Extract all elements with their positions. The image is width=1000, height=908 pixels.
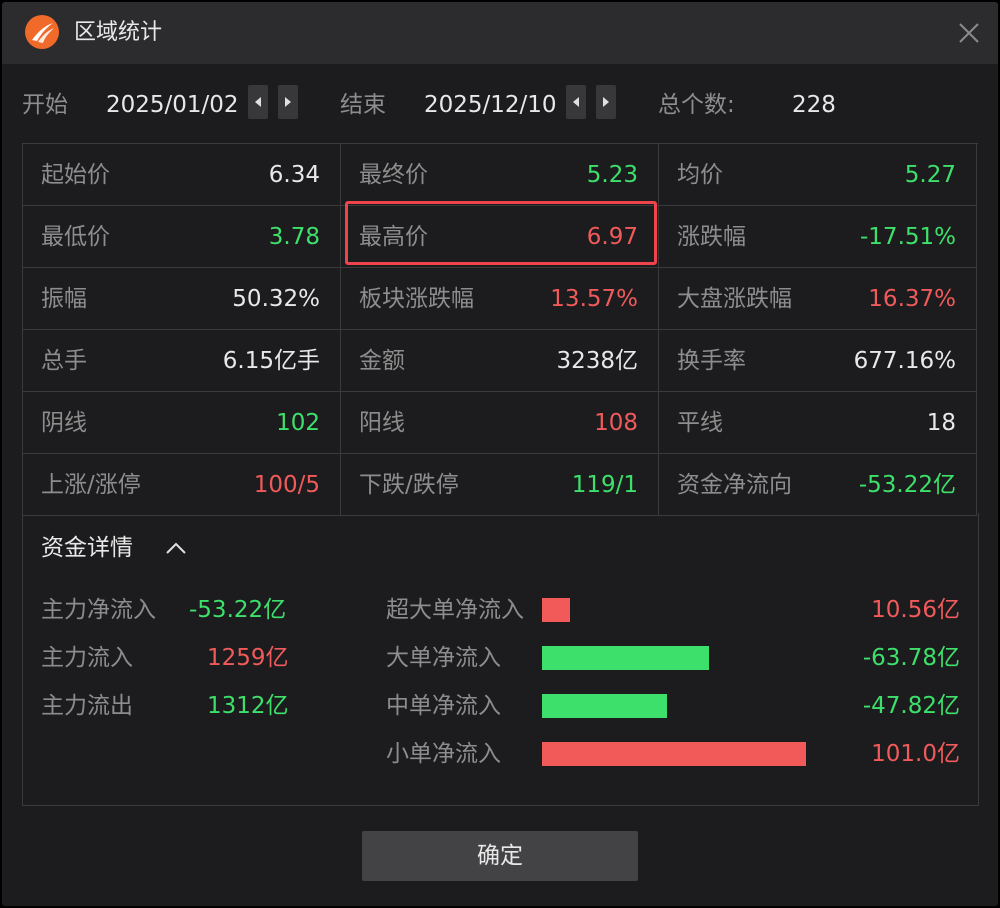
summary-label: 主力流出 bbox=[41, 693, 133, 719]
stat-value: 677.16% bbox=[853, 348, 956, 374]
stat-label: 最终价 bbox=[359, 162, 428, 188]
stat-cell: 上涨/涨停 100/5 bbox=[23, 454, 341, 516]
stat-cell: 最低价 3.78 bbox=[23, 206, 341, 268]
stat-cell: 均价 5.27 bbox=[659, 144, 977, 206]
stat-value: 5.23 bbox=[586, 162, 638, 188]
end-date[interactable]: 2025/12/10 bbox=[424, 90, 557, 120]
stat-cell: 起始价 6.34 bbox=[23, 144, 341, 206]
stat-value: 102 bbox=[276, 410, 320, 436]
flow-bar bbox=[542, 646, 709, 670]
stat-cell: 阳线 108 bbox=[341, 392, 659, 454]
stat-label: 振幅 bbox=[41, 286, 87, 312]
flow-label: 超大单净流入 bbox=[386, 597, 524, 623]
stat-value: 108 bbox=[594, 410, 638, 436]
flow-value: 101.0亿 bbox=[871, 741, 960, 767]
stat-label: 板块涨跌幅 bbox=[359, 286, 474, 312]
stat-value: 3.78 bbox=[268, 224, 320, 250]
end-label: 结束 bbox=[340, 92, 386, 118]
stat-value: 6.15亿手 bbox=[222, 348, 320, 374]
highlight-box bbox=[345, 201, 657, 265]
caret-right-icon bbox=[603, 97, 609, 107]
stat-label: 上涨/涨停 bbox=[41, 472, 141, 498]
flow-bar bbox=[542, 598, 570, 622]
flow-value: -63.78亿 bbox=[862, 645, 960, 671]
flow-bar bbox=[542, 742, 806, 766]
stat-label: 总手 bbox=[41, 348, 87, 374]
chevron-up-icon[interactable] bbox=[164, 539, 188, 557]
stat-label: 阴线 bbox=[41, 410, 87, 436]
capital-detail-title: 资金详情 bbox=[41, 535, 133, 561]
stat-label: 资金净流向 bbox=[677, 472, 792, 498]
summary-value: 1312亿 bbox=[207, 693, 289, 719]
flow-value: 10.56亿 bbox=[871, 597, 960, 623]
end-prev-button[interactable] bbox=[566, 85, 586, 119]
stat-value: -53.22亿 bbox=[858, 472, 956, 498]
stat-cell: 大盘涨跌幅 16.37% bbox=[659, 268, 977, 330]
start-label: 开始 bbox=[22, 92, 68, 118]
start-next-button[interactable] bbox=[278, 85, 298, 119]
caret-left-icon bbox=[255, 97, 261, 107]
stat-cell: 最终价 5.23 bbox=[341, 144, 659, 206]
capital-detail-panel: 资金详情 主力净流入 -53.22亿 主力流入 1259亿 主力流出 1312亿… bbox=[22, 513, 979, 806]
stat-label: 下跌/跌停 bbox=[359, 472, 459, 498]
flow-label: 大单净流入 bbox=[386, 645, 501, 671]
stat-value: 13.57% bbox=[550, 286, 638, 312]
stat-label: 金额 bbox=[359, 348, 405, 374]
stat-value: 119/1 bbox=[571, 472, 638, 498]
window-title: 区域统计 bbox=[74, 20, 163, 45]
stats-grid: 起始价 6.34 最终价 5.23 均价 5.27 最低价 3.78 最高价 6.97 涨跌幅 -17… bbox=[22, 143, 978, 516]
count-value: 228 bbox=[792, 92, 836, 118]
stat-cell: 涨跌幅 -17.51% bbox=[659, 206, 977, 268]
summary-label: 主力净流入 bbox=[41, 597, 156, 623]
summary-label: 主力流入 bbox=[41, 645, 133, 671]
caret-right-icon bbox=[285, 97, 291, 107]
summary-value: -53.22亿 bbox=[189, 597, 287, 623]
date-range-toolbar: 开始 2025/01/02 结束 2025/12/10 总个数: 228 bbox=[2, 64, 998, 144]
stat-label: 平线 bbox=[677, 410, 723, 436]
flow-label: 小单净流入 bbox=[386, 741, 501, 767]
stat-value: 16.37% bbox=[868, 286, 956, 312]
stat-cell: 下跌/跌停 119/1 bbox=[341, 454, 659, 516]
stat-cell: 总手 6.15亿手 bbox=[23, 330, 341, 392]
app-logo-icon bbox=[25, 15, 59, 49]
stat-label: 换手率 bbox=[677, 348, 746, 374]
stat-value: 50.32% bbox=[232, 286, 320, 312]
stat-value: 6.34 bbox=[268, 162, 320, 188]
stat-label: 起始价 bbox=[41, 162, 110, 188]
stat-label: 涨跌幅 bbox=[677, 224, 746, 250]
stat-cell: 阴线 102 bbox=[23, 392, 341, 454]
start-prev-button[interactable] bbox=[248, 85, 268, 119]
flow-value: -47.82亿 bbox=[862, 693, 960, 719]
flow-label: 中单净流入 bbox=[386, 693, 501, 719]
stat-cell: 金额 3238亿 bbox=[341, 330, 659, 392]
flow-bar bbox=[542, 694, 667, 718]
start-date[interactable]: 2025/01/02 bbox=[106, 90, 239, 120]
title-bar[interactable]: 区域统计 bbox=[2, 2, 998, 64]
stat-cell: 振幅 50.32% bbox=[23, 268, 341, 330]
stat-label: 大盘涨跌幅 bbox=[677, 286, 792, 312]
stat-cell: 换手率 677.16% bbox=[659, 330, 977, 392]
stat-label: 阳线 bbox=[359, 410, 405, 436]
stat-value: 18 bbox=[926, 410, 956, 436]
region-stats-dialog: 区域统计 开始 2025/01/02 结束 2025/12/10 总个数: 22… bbox=[2, 2, 998, 906]
caret-left-icon bbox=[573, 97, 579, 107]
stat-value: 5.27 bbox=[904, 162, 956, 188]
summary-value: 1259亿 bbox=[207, 645, 289, 671]
stat-label: 均价 bbox=[677, 162, 723, 188]
stat-value: 3238亿 bbox=[556, 348, 638, 374]
count-label: 总个数: bbox=[658, 92, 735, 118]
stat-cell: 资金净流向 -53.22亿 bbox=[659, 454, 977, 516]
stat-cell: 板块涨跌幅 13.57% bbox=[341, 268, 659, 330]
stat-label: 最低价 bbox=[41, 224, 110, 250]
stat-cell: 平线 18 bbox=[659, 392, 977, 454]
close-icon[interactable] bbox=[956, 20, 982, 46]
stat-value: 100/5 bbox=[253, 472, 320, 498]
ok-button[interactable]: 确定 bbox=[362, 831, 638, 881]
end-next-button[interactable] bbox=[596, 85, 616, 119]
stat-value: -17.51% bbox=[860, 224, 956, 250]
